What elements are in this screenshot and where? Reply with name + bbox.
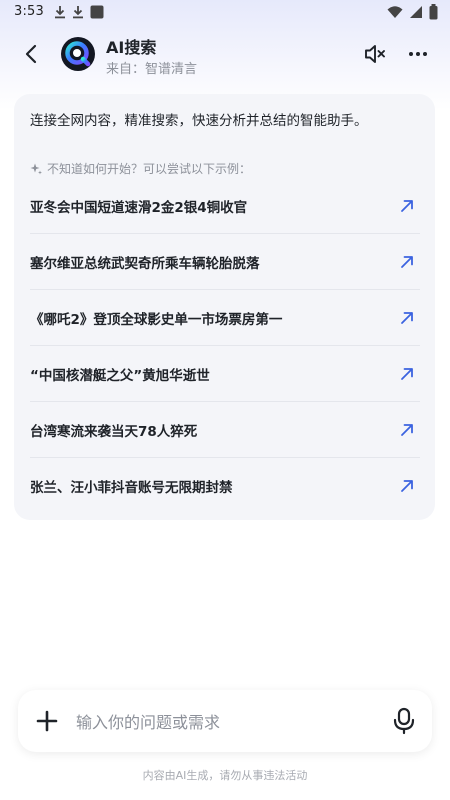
example-item[interactable]: 台湾寒流来袭当天78人猝死 xyxy=(30,402,420,458)
battery-icon xyxy=(429,4,438,20)
hint-text: 不知道如何开始？可以尝试以下示例： xyxy=(47,162,252,176)
signal-icon xyxy=(410,6,422,18)
sparkle-icon xyxy=(30,163,42,174)
arrow-up-right-icon xyxy=(401,367,413,380)
example-label: 张兰、汪小菲抖音账号无限期封禁 xyxy=(30,479,233,496)
example-label: “中国核潜艇之父”黄旭华逝世 xyxy=(30,367,210,384)
example-label: 塞尔维亚总统武契奇所乘车辆轮胎脱落 xyxy=(30,255,260,272)
example-item[interactable]: 亚冬会中国短道速滑2金2银4铜收官 xyxy=(30,178,420,234)
example-label: 台湾寒流来袭当天78人猝死 xyxy=(30,423,198,440)
more-button[interactable] xyxy=(404,41,432,67)
mute-button[interactable] xyxy=(362,41,388,67)
status-bar: 3:53 xyxy=(0,0,450,26)
microphone-icon[interactable] xyxy=(392,707,416,735)
status-right-icons xyxy=(387,4,438,20)
download-icon xyxy=(73,6,83,19)
status-time: 3:53 xyxy=(14,4,44,19)
ai-search-avatar xyxy=(61,37,95,71)
back-arrow-icon xyxy=(25,44,37,64)
disclaimer: 内容由AI生成，请勿从事违法活动 xyxy=(142,769,308,782)
example-label: 《哪吒2》登顶全球影史单一市场票房第一 xyxy=(30,311,283,328)
arrow-up-right-icon xyxy=(401,423,413,436)
arrow-up-right-icon xyxy=(401,311,413,324)
more-icon xyxy=(409,52,413,56)
hint-row: 不知道如何开始？可以尝试以下示例： xyxy=(30,160,251,177)
page-title: AI搜索 xyxy=(106,38,157,57)
speaker-mute-icon xyxy=(365,45,385,63)
intro-card: 连接全网内容，精准搜索，快速分析并总结的智能助手。 不知道如何开始？可以尝试以下… xyxy=(14,94,435,520)
example-item[interactable]: “中国核潜艇之父”黄旭华逝世 xyxy=(30,346,420,402)
header: AI搜索 来自：智谱清言 xyxy=(0,26,450,84)
back-button[interactable] xyxy=(18,41,44,67)
plus-icon[interactable] xyxy=(36,710,58,732)
example-item[interactable]: 张兰、汪小菲抖音账号无限期封禁 xyxy=(30,458,420,513)
download-icon xyxy=(55,6,65,19)
example-item[interactable]: 《哪吒2》登顶全球影史单一市场票房第一 xyxy=(30,290,420,346)
example-label: 亚冬会中国短道速滑2金2银4铜收官 xyxy=(30,199,248,216)
example-list: 亚冬会中国短道速滑2金2银4铜收官 塞尔维亚总统武契奇所乘车辆轮胎脱落 《哪吒2… xyxy=(30,178,420,513)
arrow-up-right-icon xyxy=(401,199,413,212)
query-input[interactable] xyxy=(74,706,378,738)
intro-text: 连接全网内容，精准搜索，快速分析并总结的智能助手。 xyxy=(30,113,368,129)
arrow-up-right-icon xyxy=(401,255,413,268)
page-subtitle: 来自：智谱清言 xyxy=(106,62,198,77)
input-bar xyxy=(18,690,432,752)
wifi-icon xyxy=(387,6,403,18)
app-square-icon xyxy=(90,5,104,19)
arrow-up-right-icon xyxy=(401,479,413,492)
status-left-icons xyxy=(54,5,104,19)
example-item[interactable]: 塞尔维亚总统武契奇所乘车辆轮胎脱落 xyxy=(30,234,420,290)
